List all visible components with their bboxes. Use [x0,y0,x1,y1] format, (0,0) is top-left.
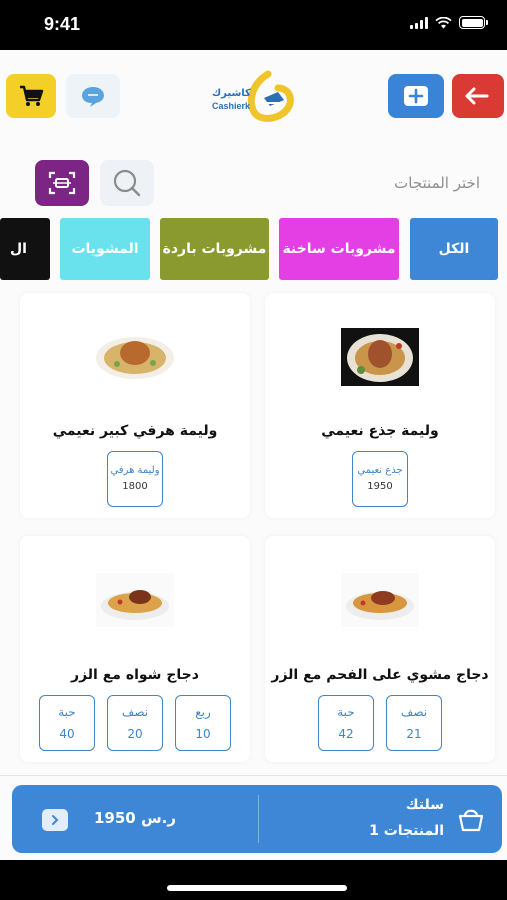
option-name: نصف [400,705,428,719]
basket-total: 1950 ر.س [94,809,177,827]
category-hot-drinks-label: مشروبات ساخنة [282,241,396,257]
product-option-button[interactable]: وليمة هرفي 1800 [107,451,163,507]
chat-button[interactable] [66,74,120,118]
product-name: دجاج شواه مع الزر [71,667,199,683]
battery-icon [459,16,488,29]
option-price: 1800 [122,481,148,492]
signal-icon [410,16,428,29]
basket-count: 1 المنتجات [369,823,444,839]
product-card[interactable]: وليمة هرفي كبير نعيمي وليمة هرفي 1800 [20,293,250,518]
product-card[interactable]: وليمة جذع نعيمي جذع نعيمي 1950 [265,293,495,518]
chat-bubble-icon [82,87,104,107]
product-image [341,328,419,386]
scan-icon [48,171,76,195]
option-name: وليمة هرفي [110,465,160,476]
product-card[interactable]: دجاج شواه مع الزر حبة 40 نصف 20 ربع 10 [20,536,250,762]
status-bar: 9:41 [0,0,507,50]
cart-button[interactable] [6,74,56,118]
product-image [96,573,174,627]
logout-arrow-icon [465,87,489,105]
product-option-button[interactable]: ربع 10 [175,695,231,751]
basket-bar[interactable]: سلتك 1 المنتجات 1950 ر.س [12,785,502,853]
product-option-button[interactable]: نصف 20 [107,695,163,751]
search-button[interactable] [100,160,154,206]
home-indicator[interactable] [167,885,347,891]
add-button[interactable] [388,74,444,118]
option-name: جذع نعيمي [357,465,403,476]
product-options: حبة 40 نصف 20 ربع 10 [20,695,250,751]
category-bar: الكل مشروبات ساخنة مشروبات باردة المشويا… [0,218,507,280]
category-cold-drinks-label: مشروبات باردة [162,241,267,257]
status-time: 9:41 [44,14,81,34]
choose-products-label: اختر المنتجات [394,174,480,192]
category-grills-label: المشويات [71,241,139,257]
app-content: كاشيرك Cashierk اختر المنتجات الكل مشروب… [0,50,507,860]
scan-button[interactable] [35,160,89,206]
product-options: حبة 42 نصف 21 [265,695,495,751]
chevron-right-icon [52,815,59,825]
category-hot-drinks[interactable]: مشروبات ساخنة [279,218,399,280]
basket-open-button[interactable] [42,809,68,831]
product-options: جذع نعيمي 1950 [265,451,495,507]
logout-button[interactable] [452,74,504,118]
product-image [96,337,174,379]
product-options: وليمة هرفي 1800 [20,451,250,507]
option-price: 20 [127,727,143,741]
phone-screen: 9:41 كاشيرك Cashierk اختر المنتجات الكل … [0,0,507,900]
product-option-button[interactable]: نصف 21 [386,695,442,751]
option-price: 40 [59,727,75,741]
status-icons [410,16,488,29]
product-option-button[interactable]: حبة 40 [39,695,95,751]
product-name: وليمة جذع نعيمي [321,423,439,439]
app-logo: كاشيرك Cashierk [208,70,298,126]
category-partial[interactable]: ال [0,218,50,280]
category-cold-drinks[interactable]: مشروبات باردة [160,218,269,280]
option-name: نصف [121,705,149,719]
divider [0,775,507,776]
basket-title: سلتك [405,797,444,813]
product-name: دجاج مشوي على الفحم مع الزر [271,667,489,683]
option-name: ربع [195,705,211,719]
category-all-label: الكل [438,241,470,257]
cart-icon [20,85,44,106]
logo-english-text: Cashierk [212,101,251,111]
option-price: 1950 [367,481,393,492]
product-card[interactable]: دجاج مشوي على الفحم مع الزر حبة 42 نصف 2… [265,536,495,762]
option-price: 21 [406,727,422,741]
option-name: حبة [337,705,355,719]
category-grills[interactable]: المشويات [60,218,150,280]
product-name: وليمة هرفي كبير نعيمي [52,423,218,439]
wifi-icon [435,16,452,28]
plus-icon [404,86,428,106]
basket-icon [458,809,484,832]
product-option-button[interactable]: حبة 42 [318,695,374,751]
option-price: 10 [195,727,211,741]
basket-divider [258,795,259,843]
logo-arabic-text: كاشيرك [212,88,251,99]
category-partial-label: ال [10,241,27,257]
product-option-button[interactable]: جذع نعيمي 1950 [352,451,408,507]
search-icon [113,169,141,197]
product-image [341,573,419,627]
option-price: 42 [338,727,354,741]
option-name: حبة [58,705,76,719]
category-all[interactable]: الكل [410,218,498,280]
